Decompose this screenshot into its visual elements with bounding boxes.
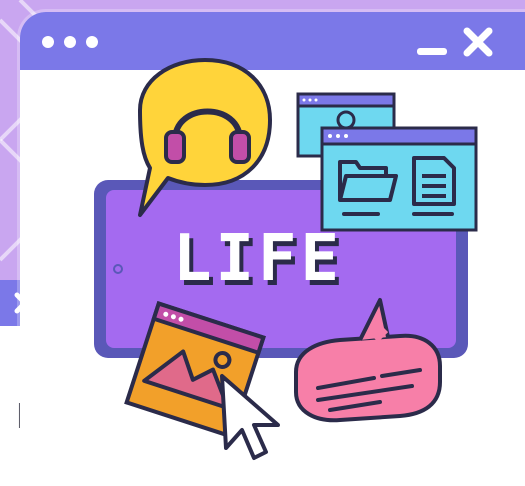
life-word-text: LIFE [173,222,343,296]
life-word: LIFE LIFE [173,222,343,301]
cursor-icon [220,374,280,460]
folder-panel [320,126,478,232]
main-window: LIFE LIFE [20,12,525,486]
life-illustration: LIFE LIFE [94,58,478,460]
